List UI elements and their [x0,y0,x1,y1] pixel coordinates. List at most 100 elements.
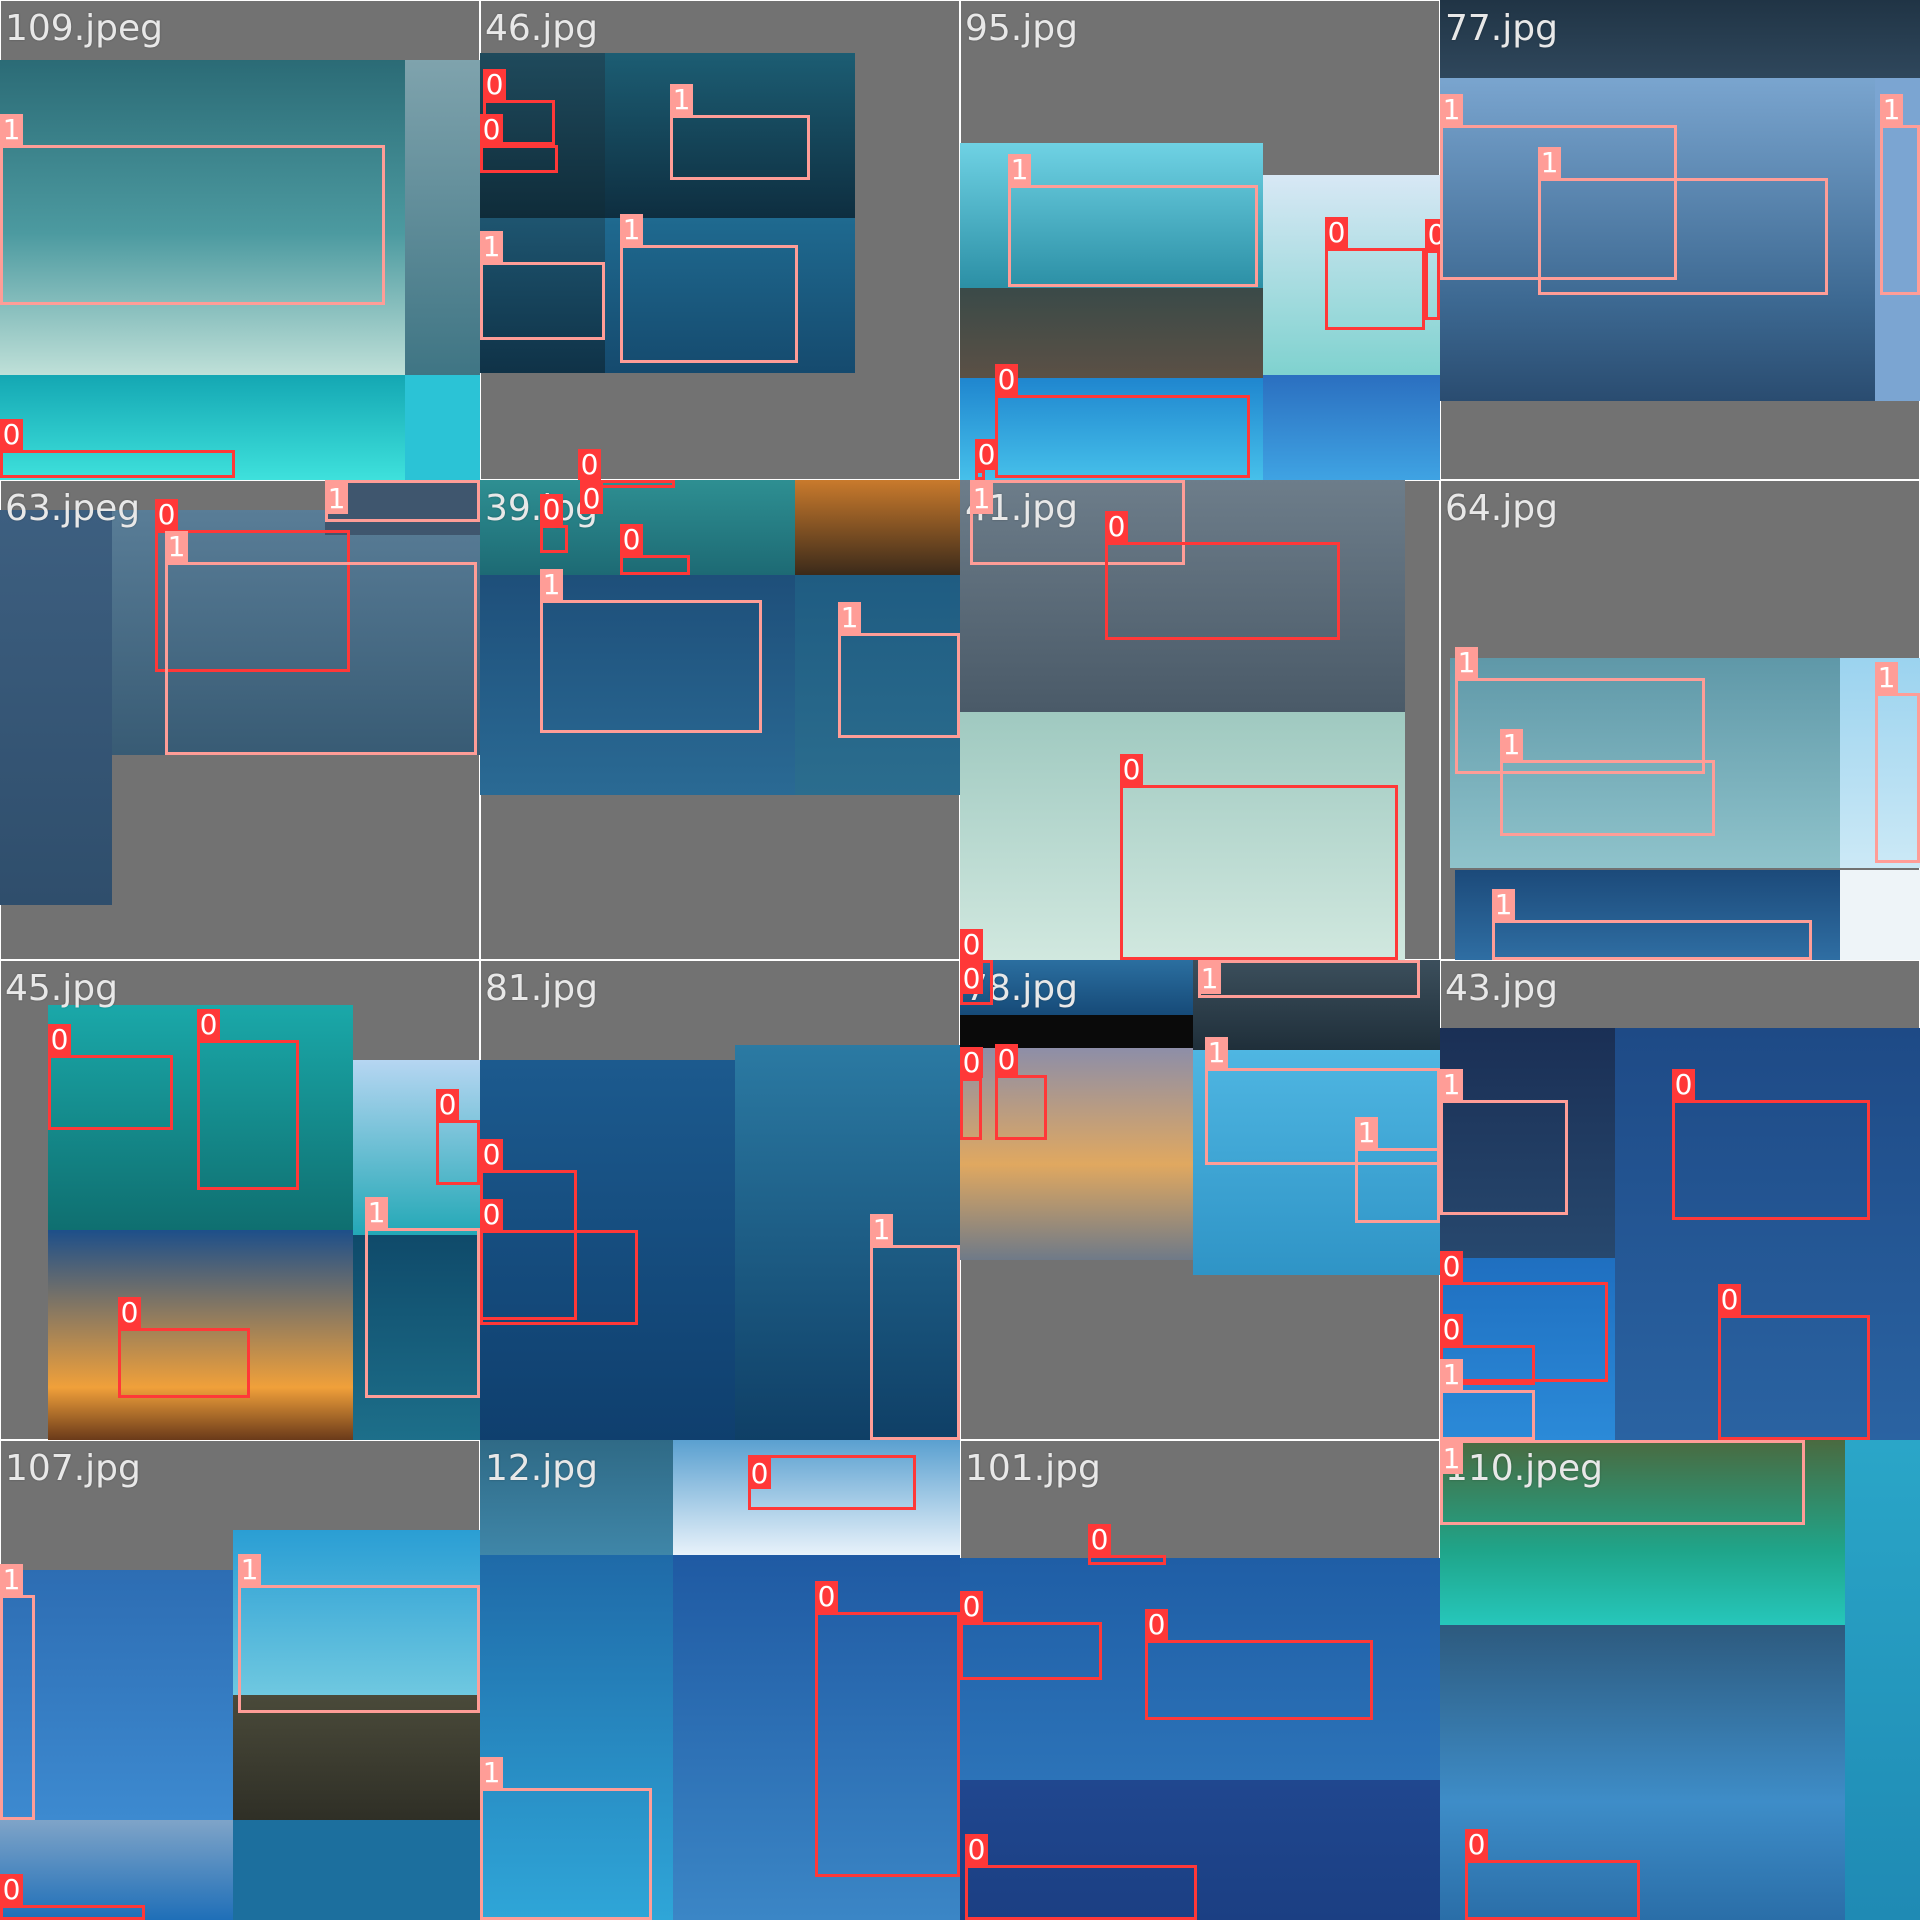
class-label: 0 [480,1199,503,1230]
bounding-box: 1 [480,231,605,340]
bounding-box: 0 [580,480,675,514]
class-label: 1 [1440,1443,1463,1474]
image-patch [405,60,480,375]
tile-filename: 46.jpg [485,8,598,49]
class-label: 0 [1425,219,1440,250]
image-tile: 46.jpg 0 0 1 1 1 0 [480,0,960,480]
class-label: 0 [0,1874,23,1905]
class-label: 0 [960,1047,983,1078]
image-tile: 45.jpg 0 0 0 0 1 [0,960,480,1440]
bounding-box: 0 [620,524,690,575]
class-label: 1 [480,1757,503,1788]
bounding-box: 1 [1538,147,1828,295]
class-label: 1 [870,1214,893,1245]
class-label: 1 [620,214,643,245]
class-label: 0 [1440,1314,1463,1345]
class-label: 1 [238,1554,261,1585]
class-label: 1 [0,1564,23,1595]
class-label: 1 [365,1197,388,1228]
bounding-box: 1 [838,602,960,738]
bounding-box: 0 [748,1455,916,1510]
image-tile: 81.jpg 0 0 1 [480,960,960,1440]
tile-filename: 107.jpg [5,1448,141,1489]
class-label: 0 [815,1581,838,1612]
image-patch [1840,870,1920,960]
bounding-box: 0 [815,1581,960,1877]
bounding-box: 0 [118,1297,250,1398]
bounding-box: 1 [1198,960,1420,998]
class-label: 0 [480,1139,503,1170]
bounding-box: 1 [0,114,385,305]
bounding-box: 1 [165,531,477,755]
image-tile: 95.jpg 1 0 0 0 0 [960,0,1440,480]
bounding-box: 0 [197,1009,299,1190]
bounding-box: 1 [1440,1440,1805,1525]
image-patch [233,1695,480,1820]
class-label: 0 [960,963,983,994]
bounding-box: 0 [480,114,558,173]
class-label: 0 [960,1591,983,1622]
image-tile: 64.jpg 1 1 1 1 [1440,480,1920,960]
bounding-box: 0 [995,364,1250,478]
class-label: 1 [1875,662,1898,693]
image-tile: 63.jpeg 0 1 1 [0,480,480,960]
class-label: 0 [975,439,998,470]
image-tile: 39.jpg00011 [480,480,960,960]
class-label: 1 [1198,963,1221,994]
tile-filename: 81.jpg [485,968,598,1009]
tile-filename: 63.jpeg [5,488,141,529]
tile-filename: 101.jpg [965,1448,1101,1489]
bounding-box: 1 [0,1564,35,1820]
class-label: 0 [118,1297,141,1328]
class-label: 1 [1440,94,1463,125]
bounding-box: 0 [1425,219,1440,320]
class-label: 1 [0,114,23,145]
image-tile: 41.jpg 1 0 0 0 [960,480,1440,960]
class-label: 0 [1325,217,1348,248]
bounding-box: 0 [995,1044,1047,1140]
class-label: 1 [480,231,503,262]
bounding-box: 0 [960,1591,1102,1680]
bounding-box: 1 [1492,889,1812,960]
class-label: 0 [0,419,23,450]
class-label: 0 [1105,511,1128,542]
bounding-box: 0 [436,1089,480,1185]
bounding-box: 1 [1880,94,1920,295]
class-label: 1 [325,483,348,514]
class-label: 0 [540,494,563,525]
class-label: 0 [578,449,601,480]
class-label: 0 [483,69,506,100]
class-label: 0 [995,364,1018,395]
bounding-box: 1 [620,214,798,363]
image-patch [405,375,480,480]
bounding-box: 1 [1875,662,1920,863]
bounding-box: 0 [1145,1609,1373,1720]
bounding-box: 1 [1008,154,1258,287]
image-patch [0,510,112,905]
image-patch [233,1820,480,1920]
image-tile: 77.jpg 1 1 1 [1440,0,1920,480]
class-label: 1 [670,84,693,115]
bounding-box: 0 [540,494,568,553]
class-label: 0 [155,499,178,530]
image-tile: 107.jpg 1 1 0 [0,1440,480,1920]
image-patch [1845,1440,1920,1920]
class-label: 0 [1465,1829,1488,1860]
class-label: 0 [748,1458,771,1489]
bounding-box: 1 [1440,1359,1535,1440]
class-label: 1 [165,531,188,562]
class-label: 1 [1500,729,1523,760]
bounding-box: 0 [960,960,993,1005]
class-label: 1 [1355,1117,1378,1148]
image-tile: 78.jpg 0 0 0 1 1 1 [960,960,1440,1440]
bounding-box: 1 [670,84,810,180]
bounding-box: 1 [1500,729,1715,836]
image-tile: 43.jpg 1 0 0 0 0 1 [1440,960,1920,1440]
class-label: 1 [1440,1359,1463,1390]
class-label: 0 [436,1089,459,1120]
bounding-box: 1 [480,1757,652,1920]
class-label: 0 [580,483,603,514]
class-label: 0 [620,524,643,555]
bounding-box: 0 [1105,511,1340,640]
image-patch [795,480,960,575]
